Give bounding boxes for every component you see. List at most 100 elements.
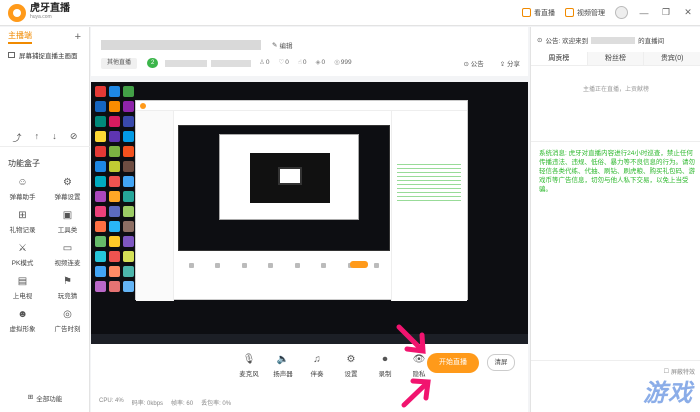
packet-loss-status: 丢包率: 0% bbox=[201, 401, 232, 407]
func-video-link[interactable]: ▭ 视频连麦 bbox=[45, 243, 90, 267]
func-tv[interactable]: ▤ 上电视 bbox=[0, 276, 45, 300]
gear-icon: ⚙ bbox=[63, 177, 72, 188]
user-icon: ♙ bbox=[259, 59, 265, 66]
scene-item[interactable]: 屏幕捕捉直播主画面 bbox=[0, 47, 89, 63]
category-tag[interactable]: 其他直播 bbox=[101, 58, 138, 69]
func-avatar[interactable]: ☻ 虚拟形象 bbox=[0, 309, 45, 333]
left-sidebar: 主播端 + 屏幕捕捉直播主画面 ⤴ ↑ ↓ ⊘ 功能盒子 ☺ 弹幕助手 ⚙ 弹幕设置… bbox=[0, 27, 90, 412]
clear-screen-button[interactable]: 清屏 bbox=[487, 354, 515, 371]
func-danmu-helper[interactable]: ☺ 弹幕助手 bbox=[0, 177, 45, 201]
chat-input-area[interactable]: ☐ 屏蔽特效 游戏 bbox=[531, 360, 700, 412]
move-up-icon[interactable]: ↑ bbox=[35, 131, 40, 144]
toolbox-icon: ▣ bbox=[62, 210, 73, 221]
func-ad-time[interactable]: ◎ 广告时刻 bbox=[45, 309, 90, 333]
func-gift-record[interactable]: ⊞ 礼物记录 bbox=[0, 210, 45, 234]
stat-likes: ☝0 bbox=[297, 59, 307, 66]
func-danmu-settings[interactable]: ⚙ 弹幕设置 bbox=[45, 177, 90, 201]
video-manage-link[interactable]: 视频管理 bbox=[565, 8, 605, 18]
bitrate-status: 码率: 0kbps bbox=[131, 401, 164, 407]
grid-icon: ⊞ bbox=[27, 394, 34, 401]
video-manage-label: 视频管理 bbox=[577, 9, 605, 17]
avatar[interactable] bbox=[615, 6, 628, 19]
streamer-tab[interactable]: 主播端 bbox=[8, 30, 32, 44]
live-preview bbox=[91, 82, 528, 344]
bean-icon: ◎ bbox=[334, 59, 340, 66]
virtual-avatar-icon: ☻ bbox=[17, 309, 28, 320]
edit-button[interactable]: ✎ 编辑 bbox=[272, 40, 292, 50]
rank-empty-text: 主播正在直播，上贡献榜 bbox=[582, 87, 649, 93]
music-icon: ♫ bbox=[313, 354, 321, 365]
divider bbox=[531, 141, 700, 142]
framerate-status: 帧率: 60 bbox=[171, 401, 194, 407]
room-title-blurred bbox=[101, 40, 261, 50]
thumb-icon: ☝ bbox=[297, 59, 302, 66]
tab-vip[interactable]: 贵宾(0) bbox=[644, 52, 700, 65]
settings-button[interactable]: ⚙ 设置 bbox=[341, 354, 361, 378]
privacy-button[interactable]: 👁 隐私 bbox=[409, 354, 429, 378]
edit-label: 编辑 bbox=[279, 43, 293, 50]
room-info-card: ✎ 编辑 其他直播 2 ♙0 ♡0 ☝0 ◈0 ◎999 ⊙ 公告 ⇪ 分享 bbox=[91, 27, 528, 76]
chat-icon: ☺ bbox=[17, 177, 28, 188]
minimize-button[interactable]: — bbox=[638, 8, 650, 18]
microphone-button[interactable]: 🎙 麦克风 bbox=[239, 354, 259, 378]
edit-icon: ✎ bbox=[272, 42, 278, 49]
function-grid: ☺ 弹幕助手 ⚙ 弹幕设置 ⊞ 礼物记录 ▣ 工具类 ⚔ PK模式 ▭ 视频连麦 ▤ 上电视 … bbox=[0, 177, 90, 333]
streamer-name-blurred bbox=[591, 36, 636, 44]
cpu-status: CPU: 4% bbox=[99, 398, 124, 404]
share-button[interactable]: ⇪ 分享 bbox=[500, 58, 520, 68]
func-pk-mode[interactable]: ⚔ PK模式 bbox=[0, 243, 45, 267]
tab-weekly-rank[interactable]: 周贡榜 bbox=[531, 52, 588, 65]
system-message: 系统消息: 虎牙对直播内容进行24小时巡查，禁止任何传播违法、违规、低俗、暴力等… bbox=[539, 150, 695, 193]
tv-icon: ▤ bbox=[17, 276, 28, 287]
room-notice: ⊙ 公告: 欢迎来到 的直播间 bbox=[537, 36, 665, 45]
right-panel: ⊙ 公告: 欢迎来到 的直播间 周贡榜 粉丝榜 贵宾(0) 主播正在直播，上贡献… bbox=[530, 27, 700, 412]
stat-beans: ◎999 bbox=[334, 59, 352, 66]
move-down-icon[interactable]: ↓ bbox=[52, 131, 57, 144]
start-live-button[interactable]: 开始直播 bbox=[427, 353, 479, 373]
all-functions-button[interactable]: ⊞ 全部功能 bbox=[0, 393, 90, 403]
pk-icon: ⚔ bbox=[18, 243, 27, 254]
app-url: huya.com bbox=[30, 14, 52, 20]
nested-app-window bbox=[135, 100, 468, 301]
record-button[interactable]: ⏺ 录制 bbox=[375, 354, 395, 378]
stat-viewers: ♙0 bbox=[259, 59, 270, 66]
notice-icon: ⊙ bbox=[463, 61, 471, 68]
restore-button[interactable]: ❐ bbox=[660, 7, 672, 18]
watch-live-label: 看直播 bbox=[534, 9, 555, 17]
ad-icon: ◎ bbox=[63, 309, 72, 320]
flag-icon: ⚑ bbox=[63, 276, 72, 287]
video-link-icon: ▭ bbox=[62, 243, 73, 254]
notice-button[interactable]: ⊙ 公告 bbox=[463, 58, 483, 68]
gift-icon: ⊞ bbox=[18, 210, 27, 221]
status-bar: CPU: 4% 码率: 0kbps 帧率: 60 丢包率: 0% bbox=[99, 398, 231, 407]
monitor-icon bbox=[8, 52, 15, 58]
main-panel: ✎ 编辑 其他直播 2 ♙0 ♡0 ☝0 ◈0 ◎999 ⊙ 公告 ⇪ 分享 🎙… bbox=[91, 27, 528, 412]
level-badge: 2 bbox=[147, 58, 159, 68]
function-box-title: 功能盒子 bbox=[8, 159, 40, 168]
speaker-icon: 🔈 bbox=[276, 354, 290, 365]
taskbar bbox=[91, 334, 528, 344]
close-button[interactable]: ✕ bbox=[682, 7, 694, 18]
watermark-logo: 游戏 bbox=[643, 380, 693, 407]
add-scene-button[interactable]: + bbox=[75, 31, 81, 43]
export-icon[interactable]: ⤴ bbox=[13, 131, 22, 144]
tab-fan-rank[interactable]: 粉丝榜 bbox=[587, 52, 645, 65]
rank-tabs: 周贡榜 粉丝榜 贵宾(0) bbox=[531, 52, 700, 66]
speaker-button[interactable]: 🔈 扬声器 bbox=[273, 354, 293, 378]
desktop-icons bbox=[95, 86, 134, 292]
room-name-blurred bbox=[211, 60, 251, 67]
room-stats: ♙0 ♡0 ☝0 ◈0 ◎999 bbox=[259, 58, 352, 66]
desktop-capture bbox=[91, 82, 528, 344]
huya-logo-icon bbox=[8, 3, 26, 22]
scene-tools: ⤴ ↑ ↓ ⊘ bbox=[0, 131, 90, 144]
accompaniment-button[interactable]: ♫ 伴奏 bbox=[307, 354, 327, 378]
func-guess[interactable]: ⚑ 玩竞猜 bbox=[45, 276, 90, 300]
gear-icon: ⚙ bbox=[346, 354, 356, 365]
room-id-blurred bbox=[165, 60, 207, 67]
app-logo: 虎牙直播 huya.com bbox=[8, 3, 70, 22]
func-tools[interactable]: ▣ 工具类 bbox=[45, 210, 90, 234]
watch-live-link[interactable]: 看直播 bbox=[522, 8, 555, 18]
delete-icon[interactable]: ⊘ bbox=[70, 131, 78, 144]
tv-icon bbox=[522, 8, 531, 17]
gift-icon: ◈ bbox=[315, 59, 321, 66]
